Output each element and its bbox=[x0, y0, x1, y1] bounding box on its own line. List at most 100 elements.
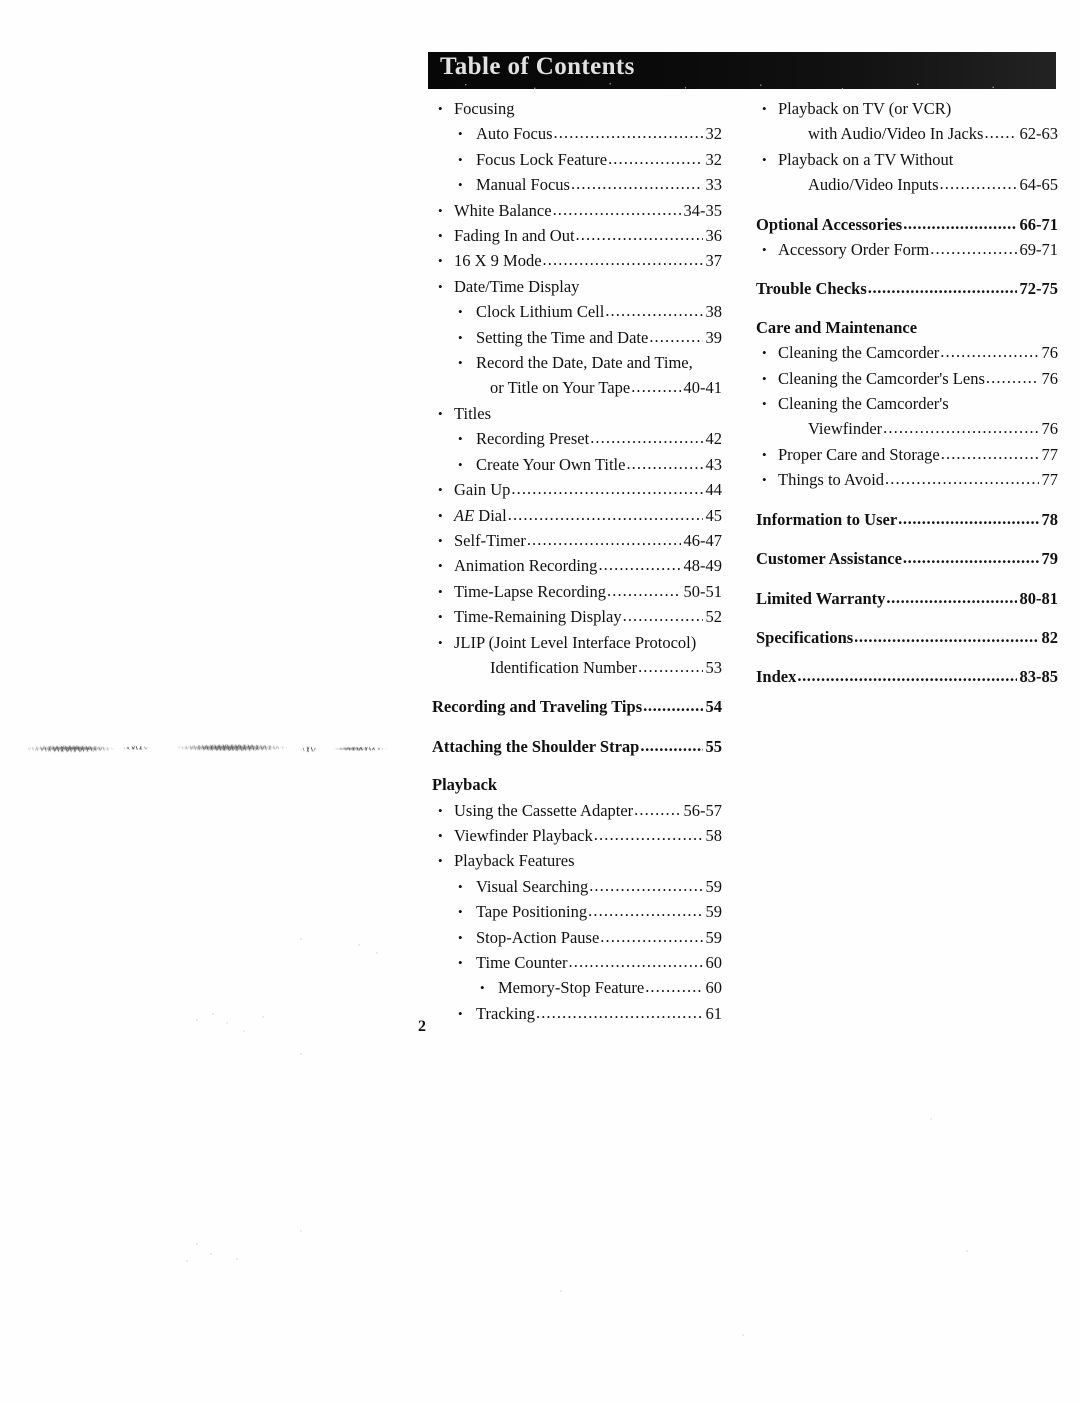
bullet-icon: • bbox=[458, 151, 463, 167]
toc-entry[interactable]: • Create Your Own Title..................… bbox=[432, 452, 722, 477]
toc-entry[interactable]: • Time-Lapse Recording...................… bbox=[432, 579, 722, 604]
toc-section-heading[interactable]: Attaching the Shoulder Strap............… bbox=[432, 734, 722, 759]
toc-section-heading[interactable]: Care and Maintenance bbox=[756, 315, 1058, 340]
leader-dots: ........................................… bbox=[885, 469, 1038, 489]
toc-entry[interactable]: • Animation Recording....................… bbox=[432, 553, 722, 578]
toc-entry[interactable]: • Proper Care and Storage................… bbox=[756, 442, 1058, 467]
toc-entry-label: Setting the Time and Date bbox=[476, 327, 649, 347]
bullet-icon: • bbox=[762, 345, 767, 361]
bullet-icon: • bbox=[762, 370, 767, 386]
toc-entry[interactable]: • Viewfinder Playback....................… bbox=[432, 823, 722, 848]
toc-entry-label: Using the Cassette Adapter bbox=[454, 800, 634, 820]
toc-entry[interactable]: • Playback on a TV Without bbox=[756, 147, 1058, 172]
toc-section-heading[interactable]: Limited Warranty........................… bbox=[756, 586, 1058, 611]
toc-entry[interactable]: • Auto Focus.............................… bbox=[432, 121, 722, 146]
leader-dots: ........................................… bbox=[507, 504, 703, 524]
toc-entry[interactable]: • JLIP (Joint Level Interface Protocol) bbox=[432, 630, 722, 655]
toc-entry[interactable]: • Cleaning the Camcorder.................… bbox=[756, 340, 1058, 365]
toc-entry[interactable]: • Focusing bbox=[432, 96, 722, 121]
toc-entry-label: Tracking bbox=[476, 1003, 535, 1023]
bullet-icon: • bbox=[762, 151, 767, 167]
bullet-icon: • bbox=[762, 472, 767, 488]
toc-entry[interactable]: • Cleaning the Camcorder's bbox=[756, 391, 1058, 416]
toc-entry-label: Playback bbox=[432, 775, 498, 795]
toc-section-heading[interactable]: Customer Assistance.....................… bbox=[756, 546, 1058, 571]
toc-entry-continuation[interactable]: with Audio/Video In Jacks...............… bbox=[756, 121, 1058, 146]
paper-speck bbox=[210, 1253, 212, 1255]
toc-entry-label: Create Your Own Title bbox=[476, 454, 626, 474]
paper-speck bbox=[236, 1258, 238, 1260]
bullet-icon: • bbox=[458, 1005, 463, 1021]
scanned-page: Table of Contents • Focusing • Auto Focus..… bbox=[0, 0, 1080, 1404]
toc-entry[interactable]: • Setting the Time and Date..............… bbox=[432, 325, 722, 350]
toc-entry[interactable]: • Manual Focus...........................… bbox=[432, 172, 722, 197]
toc-entry-label: Playback on a TV Without bbox=[778, 149, 954, 169]
toc-entry-label: Index bbox=[756, 667, 797, 687]
toc-entry[interactable]: • Self-Timer.............................… bbox=[432, 528, 722, 553]
toc-entry-label: Playback Features bbox=[454, 851, 575, 871]
toc-entry[interactable]: • Stop-Action Pause......................… bbox=[432, 925, 722, 950]
toc-entry-label: Viewfinder bbox=[808, 419, 883, 439]
leader-dots: ........................................… bbox=[640, 735, 702, 755]
toc-entry[interactable]: • Recording Preset.......................… bbox=[432, 426, 722, 451]
toc-entry-label: Cleaning the Camcorder's bbox=[778, 394, 949, 414]
toc-page-number: 58 bbox=[705, 825, 723, 845]
toc-entry[interactable]: • Cleaning the Camcorder's Lens..........… bbox=[756, 366, 1058, 391]
toc-entry[interactable]: • Time Counter...........................… bbox=[432, 950, 722, 975]
toc-entry[interactable]: • White Balance..........................… bbox=[432, 198, 722, 223]
leader-dots: ........................................… bbox=[568, 952, 703, 971]
toc-entry[interactable]: • Visual Searching.......................… bbox=[432, 874, 722, 899]
leader-dots: ........................................… bbox=[588, 901, 703, 921]
toc-page-number: 45 bbox=[705, 505, 723, 525]
leader-dots: ........................................… bbox=[590, 428, 702, 448]
toc-entry[interactable]: • Record the Date, Date and Time, bbox=[432, 350, 722, 375]
toc-entry[interactable]: • Things to Avoid........................… bbox=[756, 467, 1058, 492]
toc-entry-label: Customer Assistance bbox=[756, 549, 902, 569]
toc-entry-continuation[interactable]: or Title on Your Tape...................… bbox=[432, 375, 722, 400]
toc-entry[interactable]: • 16 X 9 Mode............................… bbox=[432, 248, 722, 273]
toc-entry[interactable]: • Focus Lock Feature.....................… bbox=[432, 147, 722, 172]
toc-section-heading[interactable]: Optional Accessories....................… bbox=[756, 212, 1058, 237]
toc-section-heading[interactable]: Playback bbox=[432, 772, 722, 797]
bullet-icon: • bbox=[438, 482, 443, 498]
toc-entry[interactable]: • Tape Positioning.......................… bbox=[432, 899, 722, 924]
toc-entry-label: AE Dial bbox=[454, 505, 507, 525]
toc-entry[interactable]: • AE Dial................................… bbox=[432, 503, 722, 528]
toc-section-heading[interactable]: Index...................................… bbox=[756, 664, 1058, 689]
toc-section-heading[interactable]: Specifications..........................… bbox=[756, 625, 1058, 650]
toc-entry[interactable]: • Gain Up................................… bbox=[432, 477, 722, 502]
paper-speck bbox=[196, 1243, 198, 1245]
toc-entry-label: or Title on Your Tape bbox=[490, 378, 631, 398]
toc-entry-continuation[interactable]: Audio/Video Inputs......................… bbox=[756, 172, 1058, 197]
paper-speck bbox=[243, 1030, 245, 1032]
toc-entry[interactable]: • Playback Features bbox=[432, 848, 722, 873]
bullet-icon: • bbox=[438, 202, 443, 218]
toc-entry[interactable]: • Accessory Order Form...................… bbox=[756, 237, 1058, 262]
paper-speck bbox=[212, 1013, 214, 1015]
toc-entry-label: Time Counter bbox=[476, 953, 568, 972]
leader-dots: ........................................… bbox=[985, 367, 1039, 387]
toc-entry[interactable]: • Using the Cassette Adapter.............… bbox=[432, 798, 722, 823]
toc-entry[interactable]: • Date/Time Display bbox=[432, 274, 722, 299]
toc-entry-continuation[interactable]: Viewfinder..............................… bbox=[756, 416, 1058, 441]
toc-page-number: 72-75 bbox=[1019, 279, 1059, 299]
toc-entry[interactable]: • Titles bbox=[432, 401, 722, 426]
toc-page-number: 50-51 bbox=[683, 581, 723, 601]
toc-entry[interactable]: • Tracking...............................… bbox=[432, 1001, 722, 1026]
bullet-icon: • bbox=[762, 396, 767, 412]
toc-entry-continuation[interactable]: Identification Number...................… bbox=[432, 655, 722, 680]
toc-section-heading[interactable]: Information to User.....................… bbox=[756, 507, 1058, 532]
toc-entry-label: with Audio/Video In Jacks bbox=[808, 124, 984, 144]
leader-dots: ........................................… bbox=[598, 555, 680, 575]
toc-entry-label: Trouble Checks bbox=[756, 279, 867, 299]
toc-entry[interactable]: • Playback on TV (or VCR) bbox=[756, 96, 1058, 121]
toc-entry[interactable]: • Fading In and Out......................… bbox=[432, 223, 722, 248]
toc-entry[interactable]: • Memory-Stop Feature....................… bbox=[432, 975, 722, 1000]
toc-entry[interactable]: • Time-Remaining Display.................… bbox=[432, 604, 722, 629]
toc-entry[interactable]: • Clock Lithium Cell.....................… bbox=[432, 299, 722, 324]
toc-section-heading[interactable]: Trouble Checks..........................… bbox=[756, 276, 1058, 301]
toc-section-heading[interactable]: Recording and Traveling Tips............… bbox=[432, 694, 722, 719]
toc-page-number: 82 bbox=[1041, 627, 1059, 647]
bullet-icon: • bbox=[438, 583, 443, 599]
toc-entry-label: JLIP (Joint Level Interface Protocol) bbox=[454, 632, 697, 652]
